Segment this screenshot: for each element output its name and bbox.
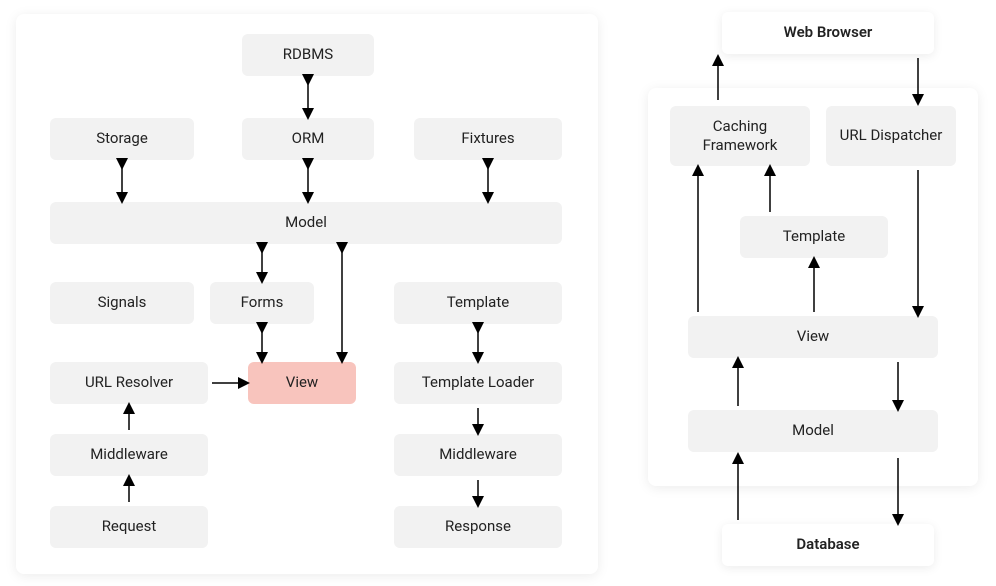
label: URL Resolver — [85, 373, 173, 393]
node-database: Database — [722, 524, 934, 566]
label: Response — [445, 517, 511, 537]
node-caching-framework: Caching Framework — [670, 106, 810, 166]
label: Middleware — [439, 445, 517, 465]
node-template: Template — [394, 282, 562, 324]
label: Template — [783, 227, 845, 247]
node-view: View — [248, 362, 356, 404]
label: Web Browser — [784, 23, 873, 43]
left-panel: RDBMS Storage ORM Fixtures Model Signals… — [16, 14, 598, 574]
node-middleware-left: Middleware — [50, 434, 208, 476]
node-rdbms: RDBMS — [242, 34, 374, 76]
label: Middleware — [90, 445, 168, 465]
node-model-right: Model — [688, 410, 938, 452]
node-forms: Forms — [210, 282, 314, 324]
node-response: Response — [394, 506, 562, 548]
label: Fixtures — [461, 129, 514, 149]
label: Database — [796, 535, 859, 555]
node-model: Model — [50, 202, 562, 244]
node-template-right: Template — [740, 216, 888, 258]
label: RDBMS — [283, 45, 333, 65]
label: View — [797, 327, 829, 347]
node-middleware-right: Middleware — [394, 434, 562, 476]
label: Caching Framework — [678, 117, 802, 156]
label: Model — [792, 421, 834, 441]
node-signals: Signals — [50, 282, 194, 324]
label: Template — [447, 293, 509, 313]
node-web-browser: Web Browser — [722, 12, 934, 54]
label: URL Dispatcher — [840, 126, 943, 146]
label: Signals — [98, 293, 147, 313]
node-storage: Storage — [50, 118, 194, 160]
node-view-right: View — [688, 316, 938, 358]
node-template-loader: Template Loader — [394, 362, 562, 404]
label: Template Loader — [422, 373, 534, 393]
right-panel: Caching Framework URL Dispatcher Templat… — [648, 88, 978, 486]
node-url-dispatcher: URL Dispatcher — [826, 106, 956, 166]
node-orm: ORM — [242, 118, 374, 160]
label: View — [286, 373, 318, 393]
label: Model — [285, 213, 327, 233]
label: Storage — [96, 129, 148, 149]
label: ORM — [292, 129, 325, 149]
node-fixtures: Fixtures — [414, 118, 562, 160]
node-url-resolver: URL Resolver — [50, 362, 208, 404]
node-request: Request — [50, 506, 208, 548]
label: Forms — [241, 293, 284, 313]
label: Request — [102, 517, 157, 537]
